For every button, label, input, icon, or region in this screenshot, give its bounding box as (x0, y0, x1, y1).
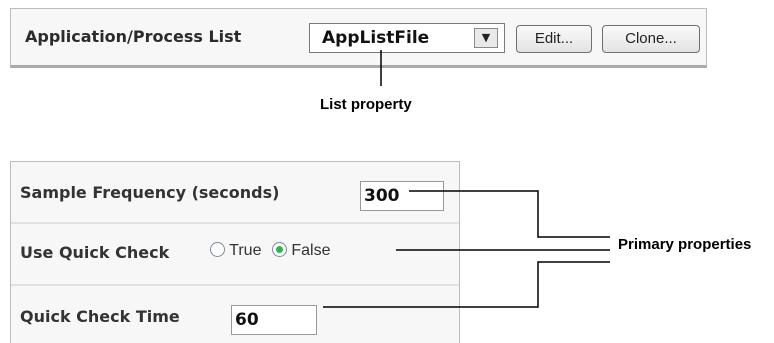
edit-button[interactable]: Edit... (516, 25, 592, 53)
app-list-select-value: AppListFile (322, 28, 430, 48)
sample-frequency-label: Sample Frequency (seconds) (20, 183, 280, 202)
radio-false-label: False (291, 242, 331, 259)
application-process-list-panel: Application/Process List AppListFile ▼ E… (10, 8, 707, 68)
quick-check-time-row: Quick Check Time 60 (11, 283, 459, 343)
clone-button[interactable]: Clone... (602, 25, 700, 53)
primary-properties-callout: Primary properties (618, 236, 752, 253)
quick-check-time-input[interactable]: 60 (231, 305, 317, 335)
app-list-select[interactable]: AppListFile ▼ (309, 23, 505, 53)
application-process-list-label: Application/Process List (25, 27, 242, 46)
sample-frequency-input[interactable]: 300 (360, 181, 444, 211)
radio-true[interactable] (210, 242, 225, 257)
radio-false[interactable] (271, 242, 287, 257)
quick-check-time-label: Quick Check Time (20, 307, 180, 326)
primary-properties-panel: Sample Frequency (seconds) 300 Use Quick… (10, 161, 460, 343)
radio-true-label: True (229, 242, 262, 259)
use-quick-check-label: Use Quick Check (20, 243, 170, 262)
use-quick-check-row: Use Quick Check True False (11, 222, 459, 286)
list-property-callout: List property (320, 96, 412, 113)
chevron-down-icon[interactable]: ▼ (474, 28, 498, 48)
quick-check-radio-group: True False (210, 242, 331, 260)
sample-frequency-row: Sample Frequency (seconds) 300 (11, 162, 459, 222)
